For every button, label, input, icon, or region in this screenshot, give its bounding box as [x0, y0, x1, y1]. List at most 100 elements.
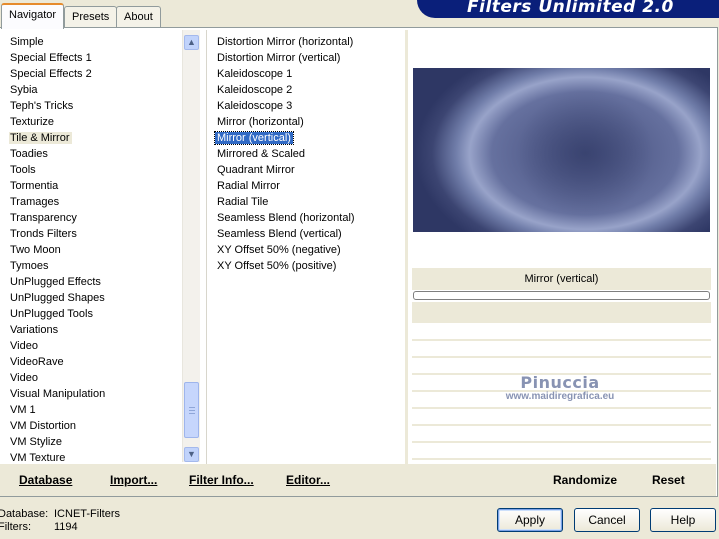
filter-list-item[interactable]: Kaleidoscope 3	[217, 98, 402, 114]
category-list-item[interactable]: Tormentia	[10, 178, 182, 194]
status-area: Database: ICNET-Filters Filters: 1194	[0, 508, 120, 534]
database-label: Database:	[0, 508, 49, 520]
category-list-item[interactable]: Variations	[10, 322, 182, 338]
watermark-url: www.maidiregrafica.eu	[505, 391, 615, 402]
category-list-item[interactable]: Tile & Mirror	[9, 130, 182, 146]
filter-list-item-label: Mirror (vertical)	[214, 131, 294, 145]
category-list-item[interactable]: UnPlugged Effects	[10, 274, 182, 290]
category-list-item-label: Tools	[10, 164, 36, 176]
category-list-item[interactable]: Texturize	[10, 114, 182, 130]
category-list-item[interactable]: Tools	[10, 162, 182, 178]
parameter-header	[412, 302, 711, 323]
tab-presets[interactable]: Presets	[64, 6, 118, 27]
category-list-item-label: Tymoes	[10, 260, 49, 272]
filter-list-item[interactable]: Kaleidoscope 2	[217, 82, 402, 98]
filter-list-item[interactable]: Seamless Blend (vertical)	[217, 226, 402, 242]
reset-button[interactable]: Reset	[652, 473, 685, 487]
category-list[interactable]: Simple Special Effects 1 Special Effects 2…	[9, 34, 182, 466]
category-list-item[interactable]: UnPlugged Shapes	[10, 290, 182, 306]
category-list-item-label: VM Texture	[10, 452, 66, 464]
category-list-item-label: Teph's Tricks	[10, 100, 74, 112]
category-list-item[interactable]: VM 1	[10, 402, 182, 418]
tab-navigator-label: Navigator	[9, 9, 57, 21]
category-list-item-label: VM Stylize	[10, 436, 62, 448]
category-list-item[interactable]: UnPlugged Tools	[10, 306, 182, 322]
watermark-name: Pinuccia	[520, 373, 600, 392]
category-list-item[interactable]: VM Stylize	[10, 434, 182, 450]
category-list-item[interactable]: Tronds Filters	[10, 226, 182, 242]
help-button[interactable]: Help	[650, 508, 716, 532]
filter-list-item[interactable]: XY Offset 50% (positive)	[217, 258, 402, 274]
category-list-item[interactable]: Video	[10, 370, 182, 386]
filter-list-item-label: Quadrant Mirror	[217, 164, 295, 176]
filter-list-item[interactable]: XY Offset 50% (negative)	[217, 242, 402, 258]
category-list-item-label: Special Effects 1	[10, 52, 92, 64]
category-list-item[interactable]: Teph's Tricks	[10, 98, 182, 114]
apply-button[interactable]: Apply	[497, 508, 563, 532]
filter-list-item[interactable]: Distortion Mirror (horizontal)	[217, 34, 402, 50]
scroll-down-button[interactable]: ▼	[184, 447, 199, 462]
category-list-item[interactable]: Transparency	[10, 210, 182, 226]
category-list-item-label: Video	[10, 372, 38, 384]
database-value: ICNET-Filters	[54, 508, 120, 520]
category-list-item-label: Tormentia	[10, 180, 59, 192]
category-list-item-label: UnPlugged Shapes	[10, 292, 105, 304]
category-list-item-label: Texturize	[10, 116, 55, 128]
filter-list-item[interactable]: Radial Tile	[217, 194, 402, 210]
tab-navigator[interactable]: Navigator	[1, 3, 65, 29]
filter-info-button[interactable]: Filter Info...	[189, 473, 254, 487]
filter-list-item-label: Distortion Mirror (vertical)	[217, 52, 341, 64]
category-list-item[interactable]: Tramages	[10, 194, 182, 210]
category-list-item[interactable]: Video	[10, 338, 182, 354]
category-list-item[interactable]: Special Effects 2	[10, 66, 182, 82]
command-bar: Database Import... Filter Info... Editor…	[0, 464, 716, 496]
category-list-item[interactable]: Special Effects 1	[10, 50, 182, 66]
category-list-item-label: Transparency	[10, 212, 77, 224]
preview-divider	[405, 30, 408, 464]
tab-about[interactable]: About	[116, 6, 161, 27]
category-list-item-label: Simple	[10, 36, 44, 48]
filters-count: 1194	[54, 521, 78, 533]
category-list-item-label: Sybia	[10, 84, 38, 96]
category-list-item-label: UnPlugged Tools	[10, 308, 93, 320]
category-scrollbar[interactable]: ▲ ▼	[182, 30, 200, 462]
filter-list-item[interactable]: Mirrored & Scaled	[217, 146, 402, 162]
scroll-thumb[interactable]	[184, 382, 199, 438]
filter-list[interactable]: Distortion Mirror (horizontal) Distortion…	[214, 34, 402, 274]
category-list-item[interactable]: VideoRave	[10, 354, 182, 370]
filter-list-item-label: Kaleidoscope 3	[217, 100, 293, 112]
category-list-item-label: Visual Manipulation	[10, 388, 106, 400]
filters-label: Filters:	[0, 521, 31, 533]
filter-list-item[interactable]: Seamless Blend (horizontal)	[217, 210, 402, 226]
scroll-up-button[interactable]: ▲	[184, 35, 199, 50]
tab-about-label: About	[124, 11, 153, 23]
editor-button[interactable]: Editor...	[286, 473, 330, 487]
cancel-button[interactable]: Cancel	[574, 508, 640, 532]
import-button[interactable]: Import...	[110, 473, 157, 487]
category-list-item[interactable]: Sybia	[10, 82, 182, 98]
parameter-slot	[412, 443, 711, 460]
category-list-item[interactable]: Two Moon	[10, 242, 182, 258]
filter-list-item[interactable]: Radial Mirror	[217, 178, 402, 194]
effect-name-label: Mirror (vertical)	[412, 268, 711, 290]
randomize-button[interactable]: Randomize	[553, 473, 617, 487]
category-list-item[interactable]: Tymoes	[10, 258, 182, 274]
category-list-item[interactable]: VM Distortion	[10, 418, 182, 434]
filter-list-item-label: Seamless Blend (horizontal)	[217, 212, 355, 224]
filter-list-item[interactable]: Distortion Mirror (vertical)	[217, 50, 402, 66]
watermark: Pinuccia www.maidiregrafica.eu	[440, 373, 680, 402]
filter-list-item[interactable]: Mirror (horizontal)	[217, 114, 402, 130]
filter-list-item-label: Mirror (horizontal)	[217, 116, 304, 128]
filter-list-item[interactable]: Kaleidoscope 1	[217, 66, 402, 82]
filter-list-item-label: Radial Tile	[217, 196, 269, 208]
filter-list-item-label: XY Offset 50% (positive)	[217, 260, 337, 272]
list-divider	[206, 30, 207, 464]
tab-strip: Navigator Presets About Filters Unlimite…	[0, 0, 719, 29]
database-button[interactable]: Database	[19, 473, 72, 487]
filter-list-item[interactable]: Mirror (vertical)	[214, 130, 402, 146]
category-list-item[interactable]: Simple	[10, 34, 182, 50]
filter-list-item[interactable]: Quadrant Mirror	[217, 162, 402, 178]
filter-list-item-label: Distortion Mirror (horizontal)	[217, 36, 354, 48]
category-list-item[interactable]: Toadies	[10, 146, 182, 162]
category-list-item[interactable]: Visual Manipulation	[10, 386, 182, 402]
